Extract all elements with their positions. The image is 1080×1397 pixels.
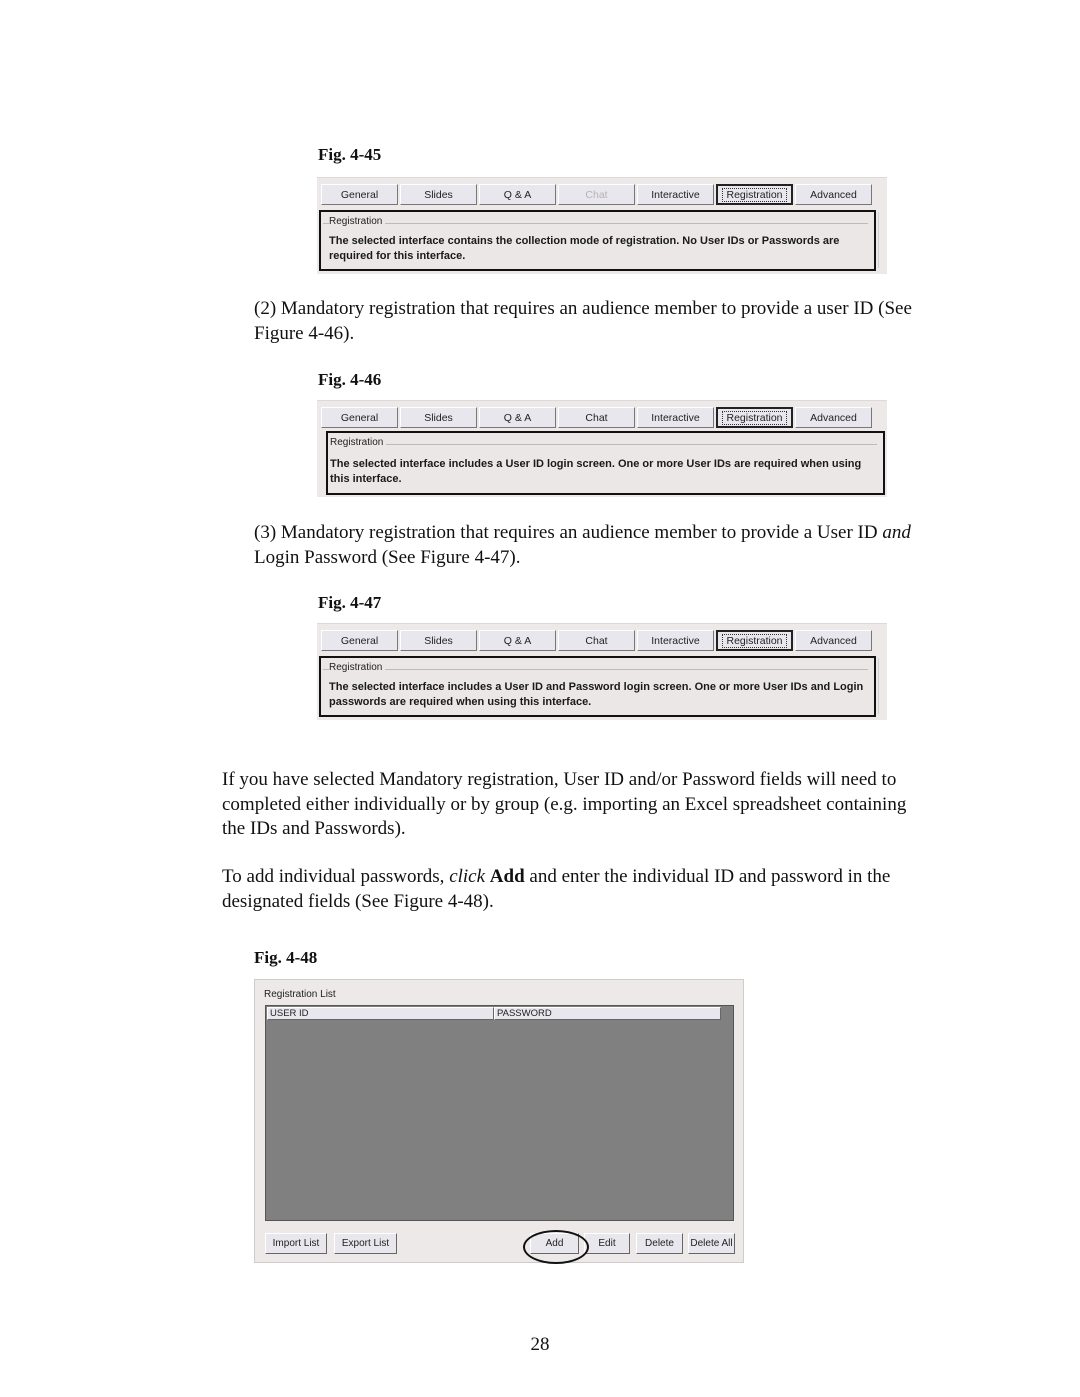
registration-message: The selected interface includes a User I…: [329, 681, 864, 708]
groupbox-divider: [323, 669, 868, 670]
tab-registration[interactable]: Registration: [716, 407, 793, 428]
page-number: 28: [530, 1334, 550, 1355]
paragraph-mandatory-user-id-password: (3) Mandatory registration that requires…: [254, 522, 911, 568]
registration-groupbox: Registration The selected interface cont…: [319, 210, 876, 271]
tab-registration[interactable]: Registration: [716, 630, 793, 651]
tab-bar: General Slides Q & A Chat Interactive Re…: [321, 184, 872, 205]
registration-message: The selected interface contains the coll…: [329, 235, 840, 262]
registration-list-title: Registration List: [264, 989, 336, 1000]
registration-list-panel: Registration List USER ID PASSWORD Impor…: [254, 979, 744, 1264]
tab-bar: General Slides Q & A Chat Interactive Re…: [321, 407, 872, 428]
registration-message: The selected interface includes a User I…: [330, 458, 862, 485]
figure-caption: Fig. 4-45: [318, 145, 382, 164]
tab-interactive[interactable]: Interactive: [637, 184, 714, 205]
panel-edge: [878, 212, 885, 268]
edit-button[interactable]: Edit: [584, 1233, 630, 1254]
tab-qa[interactable]: Q & A: [479, 630, 556, 651]
panel-edge: [878, 658, 885, 714]
registration-groupbox: Registration The selected interface incl…: [319, 656, 876, 717]
tab-general[interactable]: General: [321, 407, 398, 428]
groupbox-label: Registration: [330, 437, 387, 448]
column-header-user-id[interactable]: USER ID: [267, 1007, 494, 1020]
figure-caption: Fig. 4-46: [318, 370, 382, 389]
add-button-highlight-circle: [523, 1230, 589, 1264]
tab-slides[interactable]: Slides: [400, 630, 477, 651]
tab-general[interactable]: General: [321, 184, 398, 205]
registration-tab-panel: General Slides Q & A Chat Interactive Re…: [317, 177, 887, 274]
tab-slides[interactable]: Slides: [400, 184, 477, 205]
paragraph-mandatory-info: If you have selected Mandatory registrat…: [222, 769, 907, 839]
tab-interactive[interactable]: Interactive: [637, 630, 714, 651]
tab-advanced[interactable]: Advanced: [795, 184, 872, 205]
tab-chat[interactable]: Chat: [558, 407, 635, 428]
tab-qa[interactable]: Q & A: [479, 184, 556, 205]
delete-all-button[interactable]: Delete All: [688, 1233, 735, 1254]
groupbox-label: Registration: [329, 662, 386, 673]
figure-caption: Fig. 4-47: [318, 593, 382, 612]
tab-advanced[interactable]: Advanced: [795, 630, 872, 651]
tab-advanced[interactable]: Advanced: [795, 407, 872, 428]
registration-tab-panel: General Slides Q & A Chat Interactive Re…: [317, 400, 887, 497]
registration-list-view[interactable]: USER ID PASSWORD: [265, 1005, 734, 1221]
groupbox-divider: [330, 444, 877, 445]
list-header: USER ID PASSWORD: [267, 1007, 721, 1020]
tab-bar: General Slides Q & A Chat Interactive Re…: [321, 630, 872, 651]
tab-interactive[interactable]: Interactive: [637, 407, 714, 428]
tab-registration[interactable]: Registration: [716, 184, 793, 205]
tab-chat[interactable]: Chat: [558, 630, 635, 651]
registration-tab-panel: General Slides Q & A Chat Interactive Re…: [317, 623, 887, 720]
figure-caption: Fig. 4-48: [254, 948, 318, 967]
tab-general[interactable]: General: [321, 630, 398, 651]
column-header-password[interactable]: PASSWORD: [494, 1007, 721, 1020]
tab-slides[interactable]: Slides: [400, 407, 477, 428]
tab-qa[interactable]: Q & A: [479, 407, 556, 428]
paragraph-add-instructions: To add individual passwords, click Add a…: [222, 866, 891, 912]
groupbox-label: Registration: [329, 216, 386, 227]
delete-button[interactable]: Delete: [636, 1233, 683, 1254]
import-list-button[interactable]: Import List: [265, 1233, 327, 1254]
groupbox-divider: [323, 223, 868, 224]
registration-groupbox: Registration The selected interface incl…: [326, 431, 885, 495]
tab-chat: Chat: [558, 184, 635, 205]
export-list-button[interactable]: Export List: [334, 1233, 397, 1254]
paragraph-mandatory-user-id: (2) Mandatory registration that requires…: [254, 298, 912, 344]
